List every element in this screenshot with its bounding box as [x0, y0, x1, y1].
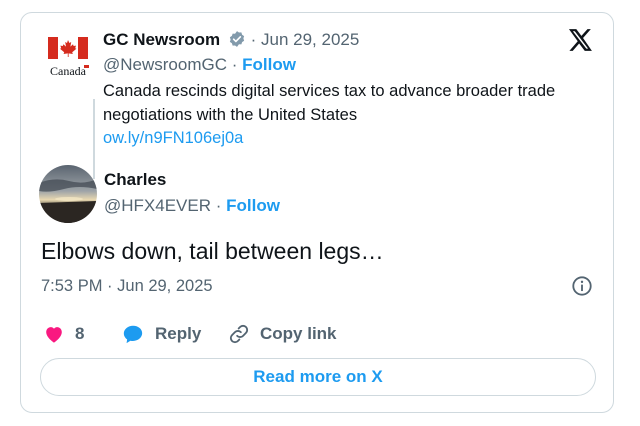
copy-link-label: Copy link [260, 324, 337, 343]
author-handle[interactable]: @HFX4EVER [104, 196, 211, 215]
like-button[interactable]: 8 [43, 323, 84, 345]
canada-flag-icon: Canada [48, 37, 89, 78]
info-icon[interactable] [571, 275, 593, 297]
dot-separator: · [250, 30, 257, 49]
reply-button[interactable]: Reply [121, 323, 201, 345]
tweet-timestamp[interactable]: 7:53 PM · Jun 29, 2025 [41, 277, 213, 296]
verified-badge-icon [229, 31, 244, 47]
like-count: 8 [75, 324, 85, 343]
quoted-tweet-link[interactable]: ow.ly/n9FN106ej0a [103, 127, 583, 149]
dot-separator: · [215, 196, 222, 215]
dot-separator: · [107, 277, 113, 295]
link-icon [229, 324, 249, 344]
gc-newsroom-avatar[interactable]: Canada [46, 35, 94, 83]
reply-label: Reply [155, 324, 202, 343]
tweet-text: Elbows down, tail between legs… [41, 238, 384, 264]
quoted-date[interactable]: Jun 29, 2025 [261, 30, 359, 49]
quoted-author-name[interactable]: GC Newsroom [103, 30, 220, 49]
quoted-tweet-text: Canada rescinds digital services tax to … [103, 82, 556, 124]
dot-separator: · [231, 55, 238, 74]
tweet-time: 7:53 PM [41, 277, 103, 295]
follow-button[interactable]: Follow [226, 196, 280, 215]
follow-button[interactable]: Follow [242, 55, 296, 74]
copy-link-button[interactable]: Copy link [228, 323, 337, 345]
canada-wordmark: Canada [50, 64, 87, 78]
quoted-handle[interactable]: @NewsroomGC [103, 55, 227, 74]
embedded-tweet-card: Canada GC Newsroom · Jun 29, 2025 @Newsr… [20, 12, 614, 413]
heart-icon [46, 327, 62, 343]
author-name[interactable]: Charles [104, 169, 280, 191]
avatar[interactable] [39, 165, 97, 223]
sunset-avatar-icon [39, 165, 97, 223]
quoted-tweet-body: GC Newsroom · Jun 29, 2025 @NewsroomGC ·… [103, 29, 583, 149]
tweet-date: Jun 29, 2025 [117, 277, 213, 295]
read-more-button[interactable]: Read more on X [40, 358, 596, 396]
thread-connector [93, 99, 95, 179]
speech-bubble-icon [123, 325, 143, 344]
